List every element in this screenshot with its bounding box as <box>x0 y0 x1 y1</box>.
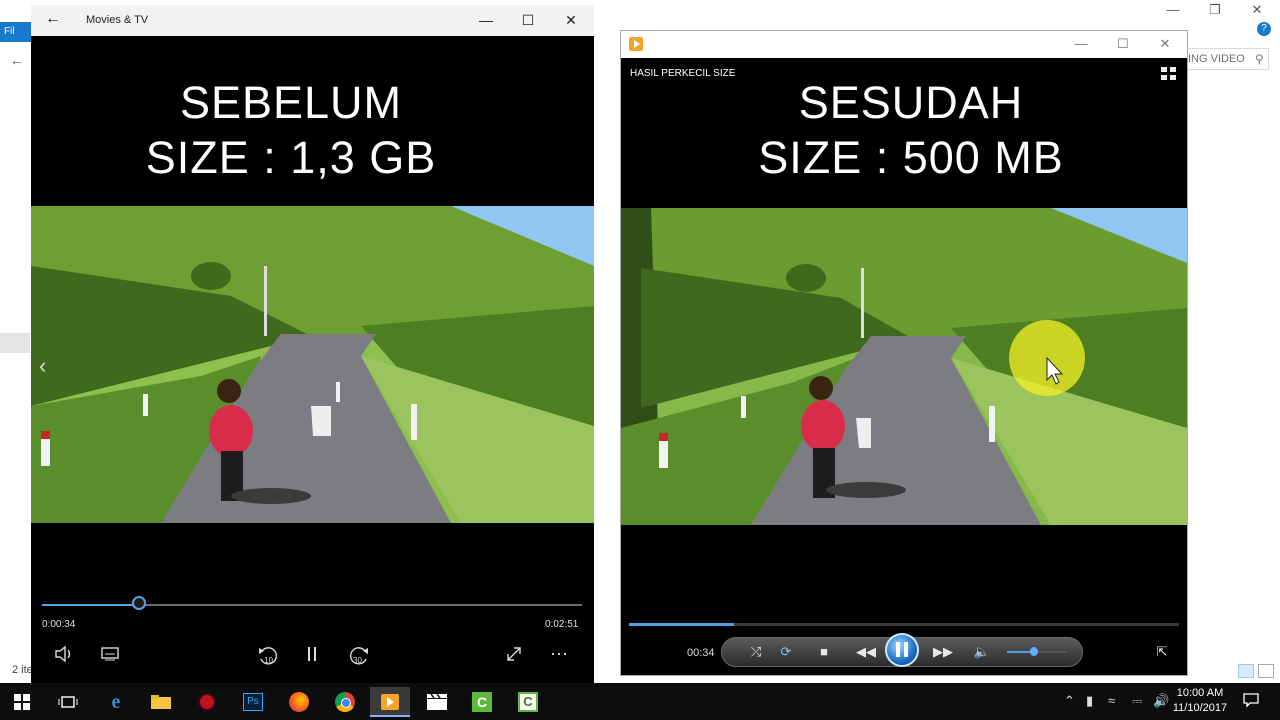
explorer-minimize-button[interactable]: — <box>1153 0 1193 20</box>
notifications-icon[interactable] <box>1243 692 1259 711</box>
wmp-current-time: 00:34 <box>687 647 715 659</box>
power-icon[interactable]: ⎓ <box>1132 693 1142 709</box>
photoshop-icon[interactable]: Ps <box>233 687 273 717</box>
task-view-icon[interactable] <box>48 687 88 717</box>
window-title: Movies & TV <box>86 14 149 26</box>
volume-icon[interactable] <box>51 645 77 668</box>
speaker-icon[interactable]: 🔊 <box>1153 693 1169 709</box>
help-icon[interactable]: ? <box>1257 22 1271 36</box>
camtasia-recorder-icon[interactable]: C <box>462 687 502 717</box>
subtitles-icon[interactable] <box>97 645 123 668</box>
back-arrow-icon[interactable]: ← <box>45 10 61 28</box>
seek-bar-fill <box>42 604 140 606</box>
edge-icon[interactable]: e <box>96 687 136 717</box>
previous-icon[interactable]: ◀◀ <box>853 643 879 661</box>
stop-icon[interactable]: ■ <box>813 643 835 661</box>
maximize-button[interactable]: ☐ <box>513 10 543 30</box>
video-frame-after[interactable] <box>621 208 1187 525</box>
wmp-seek-bar[interactable] <box>629 623 1179 626</box>
nav-selected-item[interactable] <box>0 333 30 353</box>
media-player-titlebar: — ☐ ✕ <box>621 31 1187 58</box>
clock-date: 11/10/2017 <box>1172 702 1228 714</box>
search-icon[interactable]: ⚲ <box>1255 52 1264 66</box>
movies-tv-window: ← Movies & TV — ☐ ✕ SEBELUM SIZE : 1,3 G… <box>31 5 594 683</box>
wmp-seek-fill <box>629 623 734 626</box>
caption-line-2: SIZE : 500 MB <box>758 132 1064 183</box>
overlay-caption-before: SEBELUM SIZE : 1,3 GB <box>111 75 471 185</box>
media-player-app-icon <box>629 37 643 51</box>
caption-line-1: SESUDAH <box>798 77 1024 128</box>
total-time: 0:02:51 <box>545 619 579 630</box>
firefox-icon[interactable] <box>279 687 319 717</box>
clock-time: 10:00 AM <box>1176 687 1224 699</box>
next-icon[interactable]: ▶▶ <box>930 643 956 661</box>
previous-chevron-icon[interactable]: ‹ <box>39 353 46 379</box>
battery-icon[interactable]: ▮ <box>1086 693 1093 709</box>
explorer-maximize-button[interactable]: ❐ <box>1195 0 1235 20</box>
taskbar: e Ps C C ⌃ ▮ ≈ ⎓ 🔊 10:00 AM 11/10/2017 <box>0 683 1280 720</box>
details-view-icon[interactable] <box>1238 664 1254 678</box>
pause-icon[interactable] <box>299 645 325 668</box>
seek-thumb[interactable] <box>132 596 147 610</box>
caption-line-1: SEBELUM <box>179 77 403 128</box>
skip-back-10-icon[interactable]: 10 <box>254 645 284 672</box>
current-time: 0:00:34 <box>42 619 76 630</box>
seek-bar[interactable] <box>42 596 582 610</box>
minimize-button[interactable]: — <box>471 10 501 30</box>
mute-icon[interactable]: 🔈 <box>971 643 993 661</box>
more-options-icon[interactable]: ⋯ <box>546 643 572 665</box>
volume-thumb[interactable] <box>1030 647 1038 656</box>
switch-to-library-icon[interactable] <box>1161 67 1177 81</box>
skip-forward-label: 30 <box>353 656 362 665</box>
wmp-close-button[interactable]: ✕ <box>1152 35 1178 53</box>
volume-slider[interactable] <box>1007 647 1067 656</box>
media-player-controls: 00:34 ⤮ ⟳ ■ ◀◀ ▶▶ 🔈 ⇱ <box>621 615 1187 675</box>
red-app-icon[interactable] <box>187 687 227 717</box>
wmp-minimize-button[interactable]: — <box>1068 35 1094 53</box>
clapperboard-icon[interactable] <box>417 687 457 717</box>
show-hidden-icons[interactable]: ⌃ <box>1064 693 1075 709</box>
movies-tv-titlebar: ← Movies & TV — ☐ ✕ <box>31 5 594 36</box>
road-scene-image <box>31 206 594 523</box>
explorer-file-tab[interactable]: Fil <box>0 22 32 42</box>
switch-to-now-playing-icon[interactable]: ⇱ <box>1151 643 1173 661</box>
play-pause-button[interactable] <box>885 633 919 667</box>
explorer-status-text: 2 ite <box>12 664 33 676</box>
wifi-icon[interactable]: ≈ <box>1108 693 1115 708</box>
repeat-icon[interactable]: ⟳ <box>775 643 797 661</box>
windows-start-icon[interactable] <box>2 687 42 717</box>
media-player-taskbar-icon[interactable] <box>370 687 410 717</box>
file-explorer-icon[interactable] <box>141 687 181 717</box>
caption-line-2: SIZE : 1,3 GB <box>145 132 437 183</box>
large-icons-view-icon[interactable] <box>1258 664 1274 678</box>
taskbar-clock[interactable]: 10:00 AM 11/10/2017 <box>1170 686 1230 716</box>
media-player-window: — ☐ ✕ HASIL PERKECIL SIZE SESUDAH SIZE :… <box>620 30 1188 676</box>
overlay-caption-after: SESUDAH SIZE : 500 MB <box>731 75 1091 185</box>
close-button[interactable]: ✕ <box>556 10 586 30</box>
skip-forward-30-icon[interactable]: 30 <box>343 645 373 672</box>
road-scene-image <box>621 208 1187 525</box>
chrome-icon[interactable] <box>325 687 365 717</box>
video-title: HASIL PERKECIL SIZE <box>630 68 736 79</box>
explorer-close-button[interactable]: ✕ <box>1237 0 1277 20</box>
explorer-back-icon[interactable]: ← <box>10 52 24 68</box>
skip-back-label: 10 <box>264 656 273 665</box>
fullscreen-icon[interactable] <box>501 645 527 668</box>
shuffle-icon[interactable]: ⤮ <box>745 643 767 661</box>
video-frame-before[interactable] <box>31 206 594 523</box>
wmp-maximize-button[interactable]: ☐ <box>1110 35 1136 53</box>
camtasia-studio-icon[interactable]: C <box>508 687 548 717</box>
